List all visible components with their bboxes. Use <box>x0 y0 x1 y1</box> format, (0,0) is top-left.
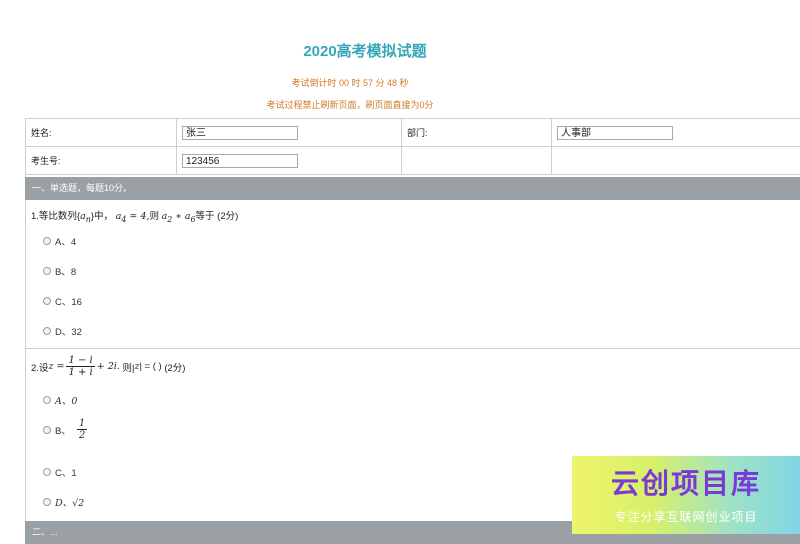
dept-label: 部门: <box>402 119 552 147</box>
candidate-info-table: 姓名: 张三 部门: 人事部 考生号: 123456 <box>25 118 800 175</box>
radio-button[interactable] <box>43 396 51 404</box>
q1-mid: }中， <box>91 211 113 222</box>
name-input[interactable]: 张三 <box>182 126 298 140</box>
option-label: D、32 <box>55 324 82 338</box>
q1-times: ∗ <box>172 211 185 222</box>
question-2-text: 2.设 z = 1 − i 1 + i + 2i. 则|z| = ( ) (2分… <box>31 355 185 378</box>
option-label: A、0 <box>55 393 77 407</box>
q1-option-b[interactable]: B、8 <box>43 264 76 278</box>
q2-prefix: 2.设 <box>31 360 48 374</box>
id-label: 考生号: <box>26 147 177 175</box>
watermark-banner: 云创项目库 专注分享互联网创业项目 <box>572 456 800 534</box>
q2-plus: + 2i. <box>97 361 120 372</box>
section-single-choice: 一、单选题，每题10分。 <box>25 177 800 200</box>
id-cell: 123456 <box>177 147 402 175</box>
id-input[interactable]: 123456 <box>182 154 298 168</box>
radio-button[interactable] <box>43 267 51 275</box>
q1-option-a[interactable]: A、4 <box>43 234 76 248</box>
empty-cell <box>552 147 800 175</box>
option-label: C、16 <box>55 294 82 308</box>
q2-score: (2分) <box>164 360 185 374</box>
q2-option-b[interactable]: B、 1 2 <box>43 418 89 441</box>
radio-button[interactable] <box>43 327 51 335</box>
q1-option-c[interactable]: C、16 <box>43 294 82 308</box>
q1-then: 则 <box>149 211 161 222</box>
question-divider <box>25 348 800 349</box>
radio-button[interactable] <box>43 237 51 245</box>
dept-input[interactable]: 人事部 <box>557 126 673 140</box>
question-1-text: 1.等比数列{an}中， a4 = 4,则 a2 ∗ a6等于 (2分) <box>31 208 238 224</box>
radio-button[interactable] <box>43 468 51 476</box>
info-row-1: 姓名: 张三 部门: 人事部 <box>26 119 800 147</box>
page-title: 2020高考模拟试题 <box>0 40 730 61</box>
q2-denominator: 1 + i <box>68 367 92 378</box>
dept-cell: 人事部 <box>552 119 800 147</box>
q1-prefix: 1.等比数列{ <box>31 211 80 222</box>
q2-option-a[interactable]: A、0 <box>43 393 77 407</box>
watermark-subtitle: 专注分享互联网创业项目 <box>572 508 800 525</box>
watermark-title: 云创项目库 <box>572 462 800 502</box>
q2-fraction: 1 − i 1 + i <box>66 355 94 378</box>
option-label: D、√2 <box>55 495 84 509</box>
q2-option-c[interactable]: C、1 <box>43 465 77 479</box>
q1-suffix: 等于 (2分) <box>196 211 239 222</box>
q2-abs-end: | = ( ) <box>139 361 161 372</box>
name-cell: 张三 <box>177 119 402 147</box>
radio-button[interactable] <box>43 498 51 506</box>
fraction-numerator: 1 <box>77 418 87 430</box>
radio-button[interactable] <box>43 426 51 434</box>
name-label: 姓名: <box>26 119 177 147</box>
q2-option-b-fraction: 1 2 <box>77 418 87 441</box>
q2-option-d[interactable]: D、√2 <box>43 495 84 509</box>
option-label: C、1 <box>55 465 77 479</box>
countdown-timer: 考试倒计时 00 时 57 分 48 秒 <box>0 76 700 89</box>
q1-cond-val: = 4, <box>126 211 149 222</box>
refresh-warning: 考试过程禁止刷新页面，刷页面直接为0分 <box>0 98 700 111</box>
fraction-denominator: 2 <box>79 430 85 441</box>
q2-numerator: 1 − i <box>66 355 94 367</box>
empty-cell <box>402 147 552 175</box>
radio-button[interactable] <box>43 297 51 305</box>
option-label: B、8 <box>55 264 76 278</box>
q2-then: 则| <box>122 360 134 374</box>
q2-z-eq: z = <box>48 361 64 372</box>
q1-option-d[interactable]: D、32 <box>43 324 82 338</box>
info-row-2: 考生号: 123456 <box>26 147 800 175</box>
option-label: B、 <box>55 423 71 437</box>
option-label: A、4 <box>55 234 76 248</box>
